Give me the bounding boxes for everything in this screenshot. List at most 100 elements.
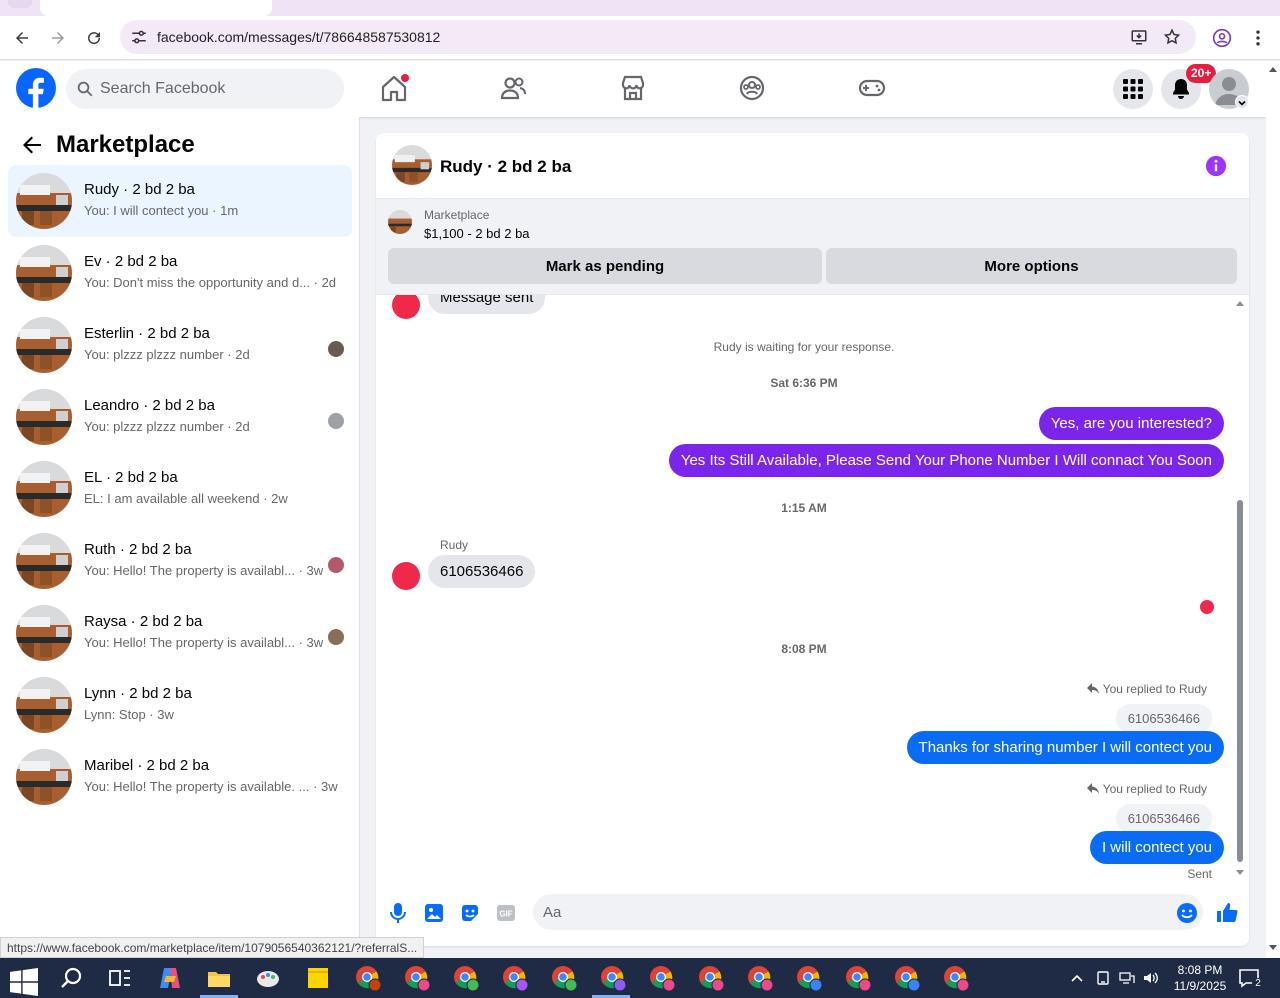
conversation-item[interactable]: Raysa · 2 bd 2 ba You: Hello! The propert… [8, 597, 352, 669]
groups-icon[interactable] [738, 73, 766, 103]
back-button[interactable] [10, 26, 34, 50]
facebook-logo-icon[interactable] [16, 68, 56, 108]
chrome-icon[interactable] [550, 964, 578, 992]
quoted-message[interactable]: 6106536466 [1115, 804, 1212, 833]
file-explorer-icon[interactable] [205, 964, 233, 992]
friends-icon[interactable] [499, 73, 527, 103]
arrow-left-icon [16, 32, 28, 44]
chrome-icon[interactable] [599, 964, 627, 992]
network-icon[interactable] [1119, 970, 1135, 986]
thumbs-up-icon[interactable] [1215, 901, 1239, 925]
listing-thumbnail[interactable] [388, 210, 412, 234]
more-options-button[interactable]: More options [826, 248, 1237, 284]
info-icon[interactable] [1205, 155, 1227, 177]
quoted-message[interactable]: 6106536466 [1115, 704, 1212, 733]
listing-price[interactable]: $1,100 - 2 bd 2 ba [424, 226, 530, 241]
message-thread[interactable]: Message sent Rudy is waiting for your re… [376, 295, 1249, 882]
message-bubble-outgoing[interactable]: I will contect you [1089, 831, 1224, 864]
chrome-icon[interactable] [501, 964, 529, 992]
sender-avatar[interactable] [392, 295, 420, 319]
device-icon[interactable] [1095, 970, 1111, 986]
gif-icon[interactable]: GIF [494, 901, 518, 925]
menu-button[interactable] [1113, 69, 1153, 109]
message-input[interactable] [533, 894, 1203, 930]
conversation-item[interactable]: Ev · 2 bd 2 ba You: Don't miss the opport… [8, 237, 352, 309]
conversation-preview: EL: I am available all weekend · 2w [84, 491, 288, 506]
chrome-icon[interactable] [354, 964, 382, 992]
message-composer: GIF [376, 882, 1249, 946]
chrome-icon[interactable] [942, 964, 970, 992]
conversation-item[interactable]: EL · 2 bd 2 ba EL: I am available all wee… [8, 453, 352, 525]
conversation-item[interactable]: Maribel · 2 bd 2 ba You: Hello! The prope… [8, 741, 352, 813]
kitchen-photo-icon [388, 210, 412, 234]
reload-button[interactable] [82, 26, 106, 50]
task-view-icon[interactable] [106, 964, 134, 992]
search-input[interactable] [100, 69, 330, 109]
chrome-icon[interactable] [746, 964, 774, 992]
chat-listing-thumbnail[interactable] [392, 145, 432, 185]
chrome-icon[interactable] [893, 964, 921, 992]
taskbar: 8:08 PM 11/9/2025 2 [0, 958, 1280, 998]
chrome-icon[interactable] [697, 964, 725, 992]
chrome-icon[interactable] [844, 964, 872, 992]
scroll-up-icon[interactable] [1268, 65, 1278, 73]
timestamp: Sat 6:36 PM [770, 376, 838, 390]
chrome-icon[interactable] [452, 964, 480, 992]
url-text[interactable]: facebook.com/messages/t/786648587530812 [157, 29, 440, 45]
address-bar[interactable]: facebook.com/messages/t/786648587530812 [120, 20, 1196, 54]
chevron-up-icon[interactable] [1070, 971, 1084, 985]
sticker-icon[interactable] [458, 901, 482, 925]
kitchen-photo-icon [392, 145, 432, 185]
message-bubble-incoming[interactable]: Message sent [428, 295, 546, 314]
volume-icon[interactable] [1143, 970, 1159, 986]
listing-label: Marketplace [424, 208, 490, 222]
scrollbar-thumb[interactable] [1237, 500, 1243, 862]
kebab-menu-icon[interactable] [1250, 28, 1266, 48]
search-icon[interactable] [58, 964, 86, 992]
windows-start-icon[interactable] [10, 968, 38, 996]
system-clock[interactable]: 8:08 PM 11/9/2025 [1168, 962, 1232, 994]
gaming-icon[interactable] [858, 73, 886, 103]
site-settings-icon[interactable] [130, 28, 148, 46]
conversation-preview: You: Don't miss the opportunity and d...… [84, 275, 337, 290]
conversation-item[interactable]: Esterlin · 2 bd 2 ba You: plzzz plzzz num… [8, 309, 352, 381]
chrome-icon[interactable] [648, 964, 676, 992]
sticky-notes-icon[interactable] [304, 964, 332, 992]
profile-circle-icon[interactable] [1212, 28, 1232, 48]
search-box[interactable] [66, 69, 344, 109]
sender-avatar[interactable] [392, 562, 420, 590]
arrow-left-icon[interactable] [20, 133, 44, 157]
install-app-icon[interactable] [1130, 28, 1148, 46]
paint-icon[interactable] [254, 964, 282, 992]
page-scrollbar[interactable] [1266, 61, 1280, 958]
message-bubble-outgoing[interactable]: Thanks for sharing number I will contect… [906, 731, 1224, 764]
chat-title[interactable]: Rudy · 2 bd 2 ba [440, 157, 571, 177]
forward-button[interactable] [46, 26, 70, 50]
message-bubble-outgoing[interactable]: Yes, are you interested? [1038, 407, 1224, 440]
scroll-down-icon[interactable] [1268, 944, 1278, 952]
scroll-down-icon[interactable] [1235, 869, 1245, 877]
scroll-up-icon[interactable] [1235, 299, 1245, 307]
chrome-icon[interactable] [795, 964, 823, 992]
active-tab[interactable] [40, 0, 272, 16]
conversation-preview: Lynn: Stop · 3w [84, 707, 174, 722]
conversation-item[interactable]: Ruth · 2 bd 2 ba You: Hello! The property… [8, 525, 352, 597]
microphone-icon[interactable] [386, 901, 410, 925]
copilot-icon[interactable] [156, 964, 184, 992]
photo-icon[interactable] [422, 901, 446, 925]
message-bubble-outgoing[interactable]: Yes Its Still Available, Please Send You… [668, 444, 1224, 477]
seen-avatar [328, 557, 344, 573]
conversation-item[interactable]: Lynn · 2 bd 2 ba Lynn: Stop · 3w [8, 669, 352, 741]
conversation-item[interactable]: Rudy · 2 bd 2 ba You: I will contect you … [8, 165, 352, 237]
marketplace-icon[interactable] [619, 73, 647, 103]
chrome-icon[interactable] [403, 964, 431, 992]
mark-as-pending-button[interactable]: Mark as pending [388, 248, 822, 284]
message-bubble-incoming[interactable]: 6106536466 [428, 555, 536, 588]
emoji-icon[interactable] [1175, 901, 1199, 925]
conversation-item[interactable]: Leandro · 2 bd 2 ba You: plzzz plzzz numb… [8, 381, 352, 453]
tab-search-button[interactable] [8, 0, 32, 8]
bookmark-star-icon[interactable] [1163, 28, 1181, 46]
reload-icon [88, 32, 101, 45]
account-menu-toggle[interactable] [1235, 95, 1249, 109]
conversation-preview: You: Hello! The property is availabl... … [84, 563, 324, 578]
